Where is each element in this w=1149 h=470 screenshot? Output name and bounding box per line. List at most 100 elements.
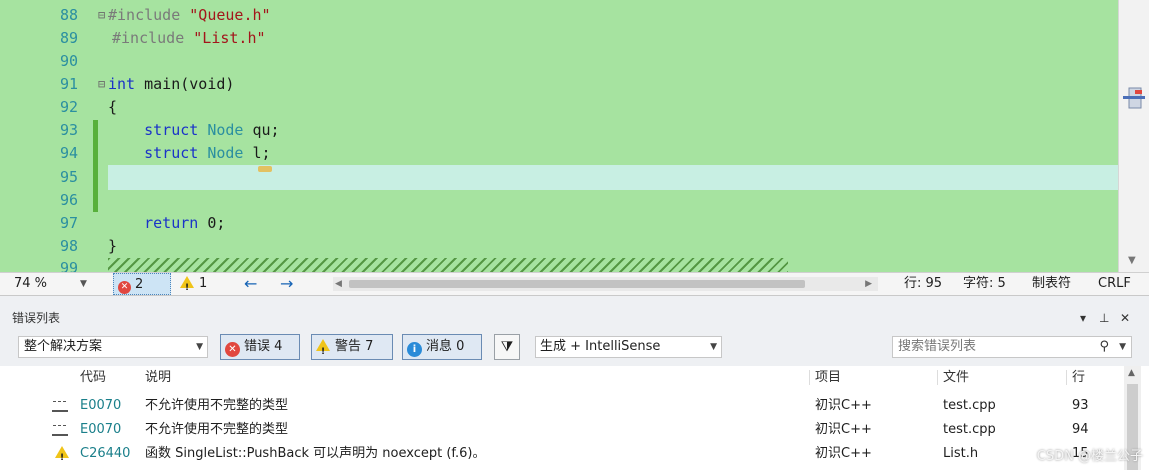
- column-header-file[interactable]: 文件: [943, 366, 969, 389]
- keyword: return: [144, 214, 199, 232]
- editor-horizontal-scrollbar[interactable]: ◀ ▶: [333, 277, 878, 291]
- scroll-right-icon[interactable]: ▶: [865, 273, 872, 295]
- table-row[interactable]: E0070 不允许使用不完整的类型 初识C++ test.cpp 94: [0, 418, 1123, 441]
- error-file: test.cpp: [943, 398, 996, 413]
- error-description: 不允许使用不完整的类型: [145, 422, 289, 437]
- scroll-down-icon[interactable]: ▼: [1128, 255, 1136, 266]
- line-number: 92: [59, 98, 78, 116]
- code-line-93[interactable]: struct Node qu;: [108, 119, 280, 142]
- error-line: 94: [1072, 422, 1089, 437]
- column-header-code[interactable]: 代码: [80, 366, 106, 389]
- warnings-filter-button[interactable]: 警告 7: [311, 334, 393, 364]
- error-code[interactable]: E0070: [80, 394, 121, 417]
- preprocessor-token: #include: [108, 6, 181, 24]
- table-row[interactable]: C26440 函数 SingleList::PushBack 可以声明为 noe…: [0, 442, 1123, 470]
- error-list-table: 代码 说明 项目 文件 行 E0070 不允许使用不完整的类型 初识C++ te…: [0, 366, 1149, 470]
- code-line-88[interactable]: #include "Queue.h": [108, 4, 271, 27]
- minimap-marker-icon: [1123, 87, 1145, 109]
- code-line-94[interactable]: struct Node l;: [108, 142, 271, 165]
- column-header-description[interactable]: 说明: [145, 366, 171, 389]
- errors-filter-button[interactable]: ✕ 错误 4: [220, 334, 300, 360]
- fold-minus-icon[interactable]: ⊟: [98, 73, 106, 96]
- code-line-92[interactable]: {: [108, 96, 117, 119]
- watermark: CSDN @楼兰公子: [1036, 449, 1143, 464]
- error-list-title-bar: 错误列表 ▾ ⊥ ✕: [0, 308, 1149, 329]
- lightbulb-hint-icon[interactable]: [258, 166, 272, 172]
- scroll-up-icon[interactable]: ▲: [1128, 368, 1135, 378]
- code-line-98[interactable]: }: [108, 235, 117, 258]
- error-code[interactable]: E0070: [80, 418, 121, 441]
- identifier: l;: [243, 144, 271, 162]
- warning-icon: [55, 442, 74, 470]
- keyword: struct: [144, 121, 199, 139]
- string-literal: "List.h": [193, 29, 266, 47]
- search-placeholder: 搜索错误列表: [898, 339, 977, 354]
- chevron-down-icon: ▼: [710, 342, 717, 352]
- info-icon: i: [407, 342, 422, 357]
- column-header-project[interactable]: 项目: [815, 366, 841, 389]
- editor-vertical-scrollbar[interactable]: ▼: [1118, 0, 1149, 272]
- code-line-97[interactable]: return 0;: [108, 212, 225, 235]
- warning-icon: [180, 276, 194, 299]
- warning-count: 1: [199, 276, 208, 291]
- line-number: 95: [59, 168, 78, 186]
- code-text: main(void): [135, 75, 235, 93]
- panel-title: 错误列表: [12, 311, 61, 325]
- column-divider[interactable]: [937, 370, 938, 385]
- code-line-89[interactable]: #include "List.h": [112, 27, 266, 50]
- close-icon[interactable]: ✕: [1120, 308, 1130, 329]
- line-number: 90: [59, 52, 78, 70]
- cursor-line: 行: 95: [904, 276, 943, 291]
- error-icon: ✕: [118, 281, 131, 294]
- line-number: 88: [59, 6, 78, 24]
- type-name: Node: [198, 121, 244, 139]
- scope-select[interactable]: 整个解决方案 ▼: [18, 336, 208, 358]
- code-line-91[interactable]: int main(void): [108, 73, 234, 96]
- error-list-toolbar: 整个解决方案 ▼ ✕ 错误 4 警告 7 i 消息 0 ⧩ 生成 + IntelliS…: [0, 332, 1149, 364]
- navigate-back-icon[interactable]: ←: [244, 273, 257, 295]
- error-description: 不允许使用不完整的类型: [145, 398, 289, 413]
- error-project: 初识C++: [815, 398, 872, 413]
- line-number: 89: [59, 29, 78, 47]
- line-ending[interactable]: CRLF: [1098, 273, 1131, 295]
- type-name: Node: [198, 144, 244, 162]
- pin-icon[interactable]: ⊥: [1099, 308, 1109, 329]
- filter-icon[interactable]: ⧩: [494, 334, 520, 360]
- zoom-level[interactable]: 74 %: [14, 273, 47, 295]
- fold-minus-icon[interactable]: ⊟: [98, 4, 106, 27]
- column-divider[interactable]: [1066, 370, 1067, 385]
- code-text: 0;: [198, 214, 226, 232]
- table-header: 代码 说明 项目 文件 行: [0, 366, 1123, 389]
- error-project: 初识C++: [815, 446, 872, 461]
- messages-filter-label: 消息 0: [426, 339, 465, 354]
- line-number: 91: [59, 75, 78, 93]
- panel-dropdown-icon[interactable]: ▾: [1080, 308, 1086, 329]
- error-code[interactable]: C26440: [80, 442, 130, 465]
- line-number: 96: [59, 191, 78, 209]
- navigate-forward-icon[interactable]: →: [280, 273, 293, 295]
- search-icon: ⚲: [1099, 339, 1109, 354]
- chevron-down-icon: ▼: [1119, 342, 1126, 352]
- messages-filter-button[interactable]: i 消息 0: [402, 334, 482, 360]
- column-header-line[interactable]: 行: [1072, 366, 1085, 389]
- keyword: struct: [144, 144, 199, 162]
- identifier: qu;: [243, 121, 280, 139]
- build-source-select[interactable]: 生成 + IntelliSense ▼: [535, 336, 722, 358]
- warning-count-badge[interactable]: 1: [180, 273, 208, 299]
- editor-margin: [0, 0, 34, 272]
- error-count-badge[interactable]: ✕ 2: [113, 273, 171, 295]
- line-number: 94: [59, 144, 78, 162]
- search-input[interactable]: 搜索错误列表 ⚲ ▼: [892, 336, 1132, 358]
- errors-filter-label: 错误 4: [244, 339, 283, 354]
- column-divider[interactable]: [809, 370, 810, 385]
- code-editor[interactable]: 88 89 90 91 92 93 94 95 96 97 98 99 ⊟ ⊟ …: [0, 0, 1149, 272]
- intellisense-error-icon: [52, 418, 68, 444]
- scroll-left-icon[interactable]: ◀: [335, 273, 342, 295]
- zoom-dropdown-icon[interactable]: ▼: [80, 273, 87, 295]
- error-file: List.h: [943, 446, 979, 461]
- indent-mode[interactable]: 制表符: [1032, 273, 1071, 295]
- table-row[interactable]: E0070 不允许使用不完整的类型 初识C++ test.cpp 93: [0, 394, 1123, 417]
- scroll-thumb[interactable]: [349, 280, 805, 288]
- warnings-filter-label: 警告 7: [335, 339, 374, 354]
